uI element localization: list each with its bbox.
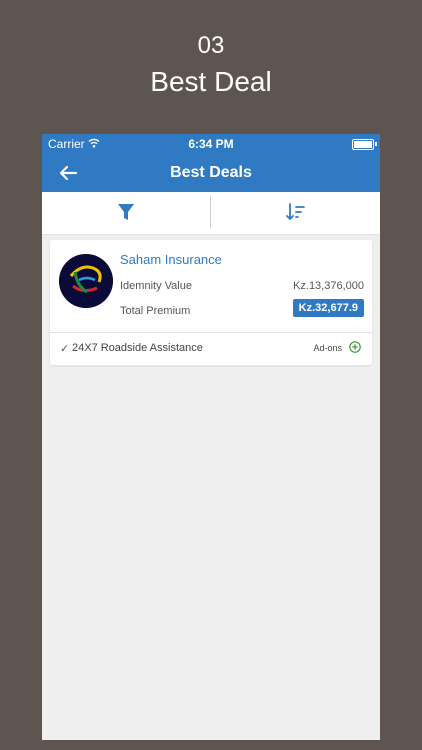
filter-icon [118,204,134,220]
filter-sort-bar [42,192,380,235]
card-divider [50,332,372,333]
status-bar: Carrier 6:34 PM [42,134,380,154]
insurer-name: Saham Insurance [120,252,222,267]
insurer-logo [59,254,113,308]
battery-icon [352,139,377,150]
deal-card[interactable]: Saham Insurance Idemnity Value Kz.13,376… [50,240,372,365]
add-circle-icon[interactable] [349,341,361,353]
premium-label: Total Premium [120,305,191,317]
filter-button[interactable] [42,192,210,234]
idemnity-value: Kz.13,376,000 [293,280,364,292]
premium-price-badge[interactable]: Kz.32,677.9 [292,299,364,317]
status-time: 6:34 PM [188,137,234,151]
promo-step-number: 03 [197,32,225,59]
sort-icon [286,203,305,220]
nav-bar: Best Deals [42,154,380,192]
phone-screen: Carrier 6:34 PM Best Deals Saham Insuran… [42,134,380,740]
check-icon: ✓ [60,343,70,355]
addons-label[interactable]: Ad-ons [313,343,342,353]
insurer-logo-mark [59,254,113,308]
page-title: Best Deals [170,164,252,181]
feature-text: 24X7 Roadside Assistance [72,342,203,354]
sort-button[interactable] [211,192,379,234]
idemnity-label: Idemnity Value [120,280,192,292]
promo-title: Best Deal [150,66,272,97]
